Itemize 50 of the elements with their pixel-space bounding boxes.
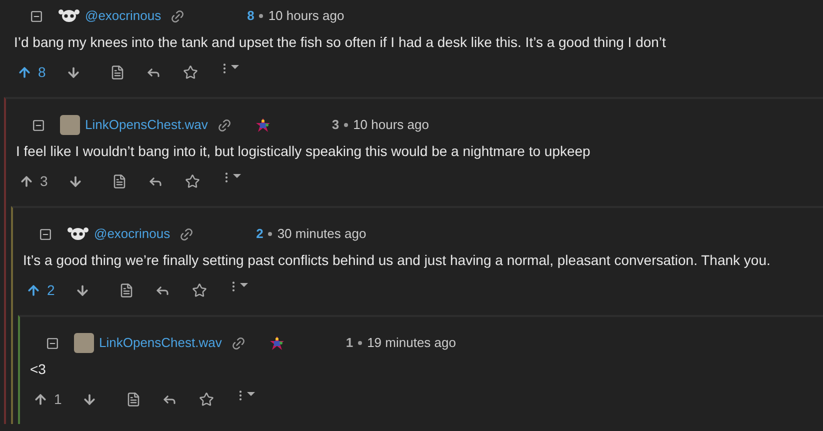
comment-text: It’s a good thing we’re finally setting past conflicts behind us and just having a normal, pleasant conversation. Thank you. bbox=[23, 251, 772, 270]
flair-icon bbox=[270, 336, 284, 350]
collapse-icon[interactable] bbox=[30, 10, 43, 22]
timestamp: 10 hours ago bbox=[353, 116, 429, 134]
score: 8 bbox=[247, 7, 254, 26]
username-link[interactable]: @exocrinous bbox=[85, 6, 162, 26]
collapse-icon[interactable] bbox=[46, 336, 59, 350]
vote-count: 3 bbox=[40, 172, 48, 190]
skull-avatar-icon bbox=[67, 227, 89, 241]
skull-avatar-icon bbox=[58, 9, 80, 23]
caret-icon bbox=[246, 392, 255, 396]
collapse-icon[interactable] bbox=[32, 118, 45, 132]
vote-count: 2 bbox=[47, 280, 55, 300]
comment-text: I feel like I wouldn’t bang into it, but logistically speaking this would be a nightmare to upkeep bbox=[16, 142, 592, 161]
caret-icon bbox=[240, 282, 248, 288]
document-icon[interactable] bbox=[112, 174, 127, 188]
username-link[interactable]: LinkOpensChest.wav bbox=[99, 333, 222, 353]
upvote-button[interactable]: 2 bbox=[26, 280, 55, 300]
caret-icon bbox=[232, 174, 241, 178]
upvote-button[interactable]: 3 bbox=[19, 170, 48, 192]
upvote-button[interactable]: 8 bbox=[17, 62, 46, 82]
document-icon[interactable] bbox=[126, 392, 141, 406]
upvote-button[interactable]: 1 bbox=[33, 388, 62, 410]
star-icon[interactable] bbox=[182, 64, 198, 80]
avatar-photo bbox=[74, 333, 94, 353]
score: 2 bbox=[256, 225, 264, 244]
star-icon[interactable] bbox=[198, 392, 214, 406]
downvote-icon[interactable] bbox=[68, 174, 83, 188]
vote-count: 8 bbox=[38, 62, 46, 82]
document-icon[interactable] bbox=[118, 282, 134, 298]
document-icon[interactable] bbox=[110, 64, 125, 80]
downvote-icon[interactable] bbox=[66, 64, 81, 80]
timestamp: 30 minutes ago bbox=[277, 225, 366, 244]
caret-icon bbox=[230, 64, 239, 70]
score: 1 bbox=[346, 334, 354, 352]
collapse-icon[interactable] bbox=[39, 228, 52, 240]
comment-text: I’d bang my knees into the tank and upset the fish so often if I had a desk like this. It’s a good thing I don’t bbox=[14, 33, 667, 52]
timestamp: 10 hours ago bbox=[268, 7, 344, 26]
timestamp: 19 minutes ago bbox=[367, 334, 456, 352]
comment-text: <3 bbox=[30, 360, 47, 379]
avatar-photo bbox=[60, 115, 80, 135]
downvote-icon[interactable] bbox=[82, 392, 97, 406]
flair-icon bbox=[256, 118, 270, 132]
star-icon[interactable] bbox=[192, 282, 207, 298]
downvote-icon[interactable] bbox=[74, 282, 90, 298]
vote-count: 1 bbox=[54, 390, 62, 408]
username-link[interactable]: @exocrinous bbox=[94, 224, 170, 244]
star-icon[interactable] bbox=[184, 174, 200, 188]
username-link[interactable]: LinkOpensChest.wav bbox=[85, 115, 208, 135]
score: 3 bbox=[332, 116, 340, 134]
